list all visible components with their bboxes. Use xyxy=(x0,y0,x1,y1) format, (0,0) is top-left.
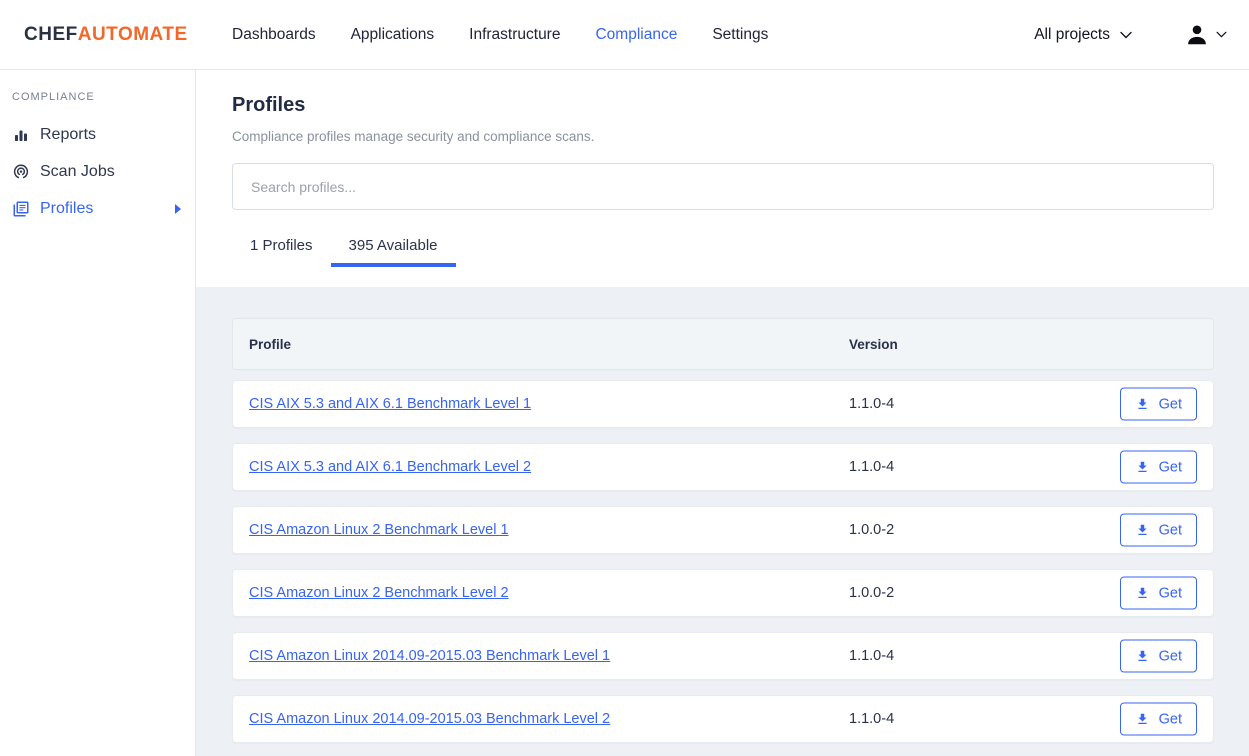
nav-compliance[interactable]: Compliance xyxy=(595,26,677,44)
download-icon xyxy=(1135,523,1150,538)
page-title: Profiles xyxy=(232,94,1214,117)
nav-applications[interactable]: Applications xyxy=(351,26,435,44)
table-row: CIS Amazon Linux 2014.09-2015.03 Benchma… xyxy=(232,632,1214,680)
download-icon xyxy=(1135,460,1150,475)
nav-infrastructure[interactable]: Infrastructure xyxy=(469,26,560,44)
bar-chart-icon xyxy=(12,126,30,144)
chef-automate-logo[interactable]: CHEFAUTOMATE xyxy=(24,24,196,46)
page-subtitle: Compliance profiles manage security and … xyxy=(232,129,1214,144)
sidebar-item-label: Reports xyxy=(40,126,96,144)
download-icon xyxy=(1135,649,1150,664)
sidebar-item-label: Scan Jobs xyxy=(40,163,115,181)
projects-filter-label: All projects xyxy=(1034,26,1110,44)
get-button[interactable]: Get xyxy=(1120,388,1197,421)
sidebar-item-label: Profiles xyxy=(40,200,93,218)
table-row: CIS AIX 5.3 and AIX 6.1 Benchmark Level … xyxy=(232,443,1214,491)
get-button[interactable]: Get xyxy=(1120,577,1197,610)
nav-dashboards[interactable]: Dashboards xyxy=(232,26,316,44)
download-icon xyxy=(1135,712,1150,727)
user-menu[interactable] xyxy=(1184,22,1227,48)
get-button[interactable]: Get xyxy=(1120,640,1197,673)
tab-available[interactable]: 395 Available xyxy=(331,227,456,267)
get-button-label: Get xyxy=(1159,522,1182,538)
profile-link[interactable]: CIS Amazon Linux 2 Benchmark Level 2 xyxy=(249,585,509,601)
main-content: Profiles Compliance profiles manage secu… xyxy=(196,70,1249,756)
profile-link[interactable]: CIS Amazon Linux 2 Benchmark Level 1 xyxy=(249,522,509,538)
profile-version: 1.1.0-4 xyxy=(849,396,894,412)
scan-icon xyxy=(12,163,30,181)
column-header-profile: Profile xyxy=(233,337,291,352)
search-box xyxy=(232,163,1214,210)
table-row: CIS Amazon Linux 2 Benchmark Level 1 1.0… xyxy=(232,506,1214,554)
get-button-label: Get xyxy=(1159,711,1182,727)
logo-chef: CHEF xyxy=(24,24,78,45)
profile-version: 1.0.0-2 xyxy=(849,585,894,601)
download-icon xyxy=(1135,586,1150,601)
profile-version: 1.1.0-4 xyxy=(849,459,894,475)
sidebar-nav: Reports Scan Jobs Profiles xyxy=(0,116,195,227)
main-nav: Dashboards Applications Infrastructure C… xyxy=(232,26,768,44)
get-button-label: Get xyxy=(1159,459,1182,475)
profiles-tabs: 1 Profiles 395 Available xyxy=(232,227,1214,267)
get-button[interactable]: Get xyxy=(1120,451,1197,484)
sidebar: COMPLIANCE Reports Scan Jobs xyxy=(0,70,196,756)
top-header: CHEFAUTOMATE Dashboards Applications Inf… xyxy=(0,0,1249,70)
sidebar-item-reports[interactable]: Reports xyxy=(0,116,195,153)
library-icon xyxy=(12,200,30,218)
download-icon xyxy=(1135,397,1150,412)
get-button-label: Get xyxy=(1159,648,1182,664)
profile-link[interactable]: CIS AIX 5.3 and AIX 6.1 Benchmark Level … xyxy=(249,396,531,412)
search-input[interactable] xyxy=(233,164,1213,209)
main-body: Profile Version CIS AIX 5.3 and AIX 6.1 … xyxy=(196,287,1249,756)
table-row: CIS Amazon Linux 2 Benchmark Level 2 1.0… xyxy=(232,569,1214,617)
logo-automate: AUTOMATE xyxy=(78,24,188,45)
sidebar-item-profiles[interactable]: Profiles xyxy=(0,190,195,227)
profile-version: 1.1.0-4 xyxy=(849,711,894,727)
main-top: Profiles Compliance profiles manage secu… xyxy=(196,70,1249,287)
profile-version: 1.1.0-4 xyxy=(849,648,894,664)
sidebar-section-label: COMPLIANCE xyxy=(12,91,195,103)
column-header-version: Version xyxy=(849,337,898,352)
projects-filter-dropdown[interactable]: All projects xyxy=(1034,26,1132,44)
sidebar-item-scan-jobs[interactable]: Scan Jobs xyxy=(0,153,195,190)
profile-link[interactable]: CIS Amazon Linux 2014.09-2015.03 Benchma… xyxy=(249,648,610,664)
table-row: CIS AIX 5.3 and AIX 6.1 Benchmark Level … xyxy=(232,380,1214,428)
active-arrow-icon xyxy=(175,204,181,214)
chevron-down-icon xyxy=(1120,31,1132,39)
table-header-row: Profile Version xyxy=(232,318,1214,370)
profile-link[interactable]: CIS AIX 5.3 and AIX 6.1 Benchmark Level … xyxy=(249,459,531,475)
get-button-label: Get xyxy=(1159,585,1182,601)
tab-my-profiles[interactable]: 1 Profiles xyxy=(232,227,331,267)
chevron-down-icon xyxy=(1216,31,1227,38)
profile-version: 1.0.0-2 xyxy=(849,522,894,538)
get-button[interactable]: Get xyxy=(1120,703,1197,736)
user-avatar-icon xyxy=(1184,22,1210,48)
profile-link[interactable]: CIS Amazon Linux 2014.09-2015.03 Benchma… xyxy=(249,711,610,727)
get-button-label: Get xyxy=(1159,396,1182,412)
header-right: All projects xyxy=(1034,22,1249,48)
profiles-table-body: CIS AIX 5.3 and AIX 6.1 Benchmark Level … xyxy=(232,380,1249,743)
nav-settings[interactable]: Settings xyxy=(712,26,768,44)
get-button[interactable]: Get xyxy=(1120,514,1197,547)
table-row: CIS Amazon Linux 2014.09-2015.03 Benchma… xyxy=(232,695,1214,743)
